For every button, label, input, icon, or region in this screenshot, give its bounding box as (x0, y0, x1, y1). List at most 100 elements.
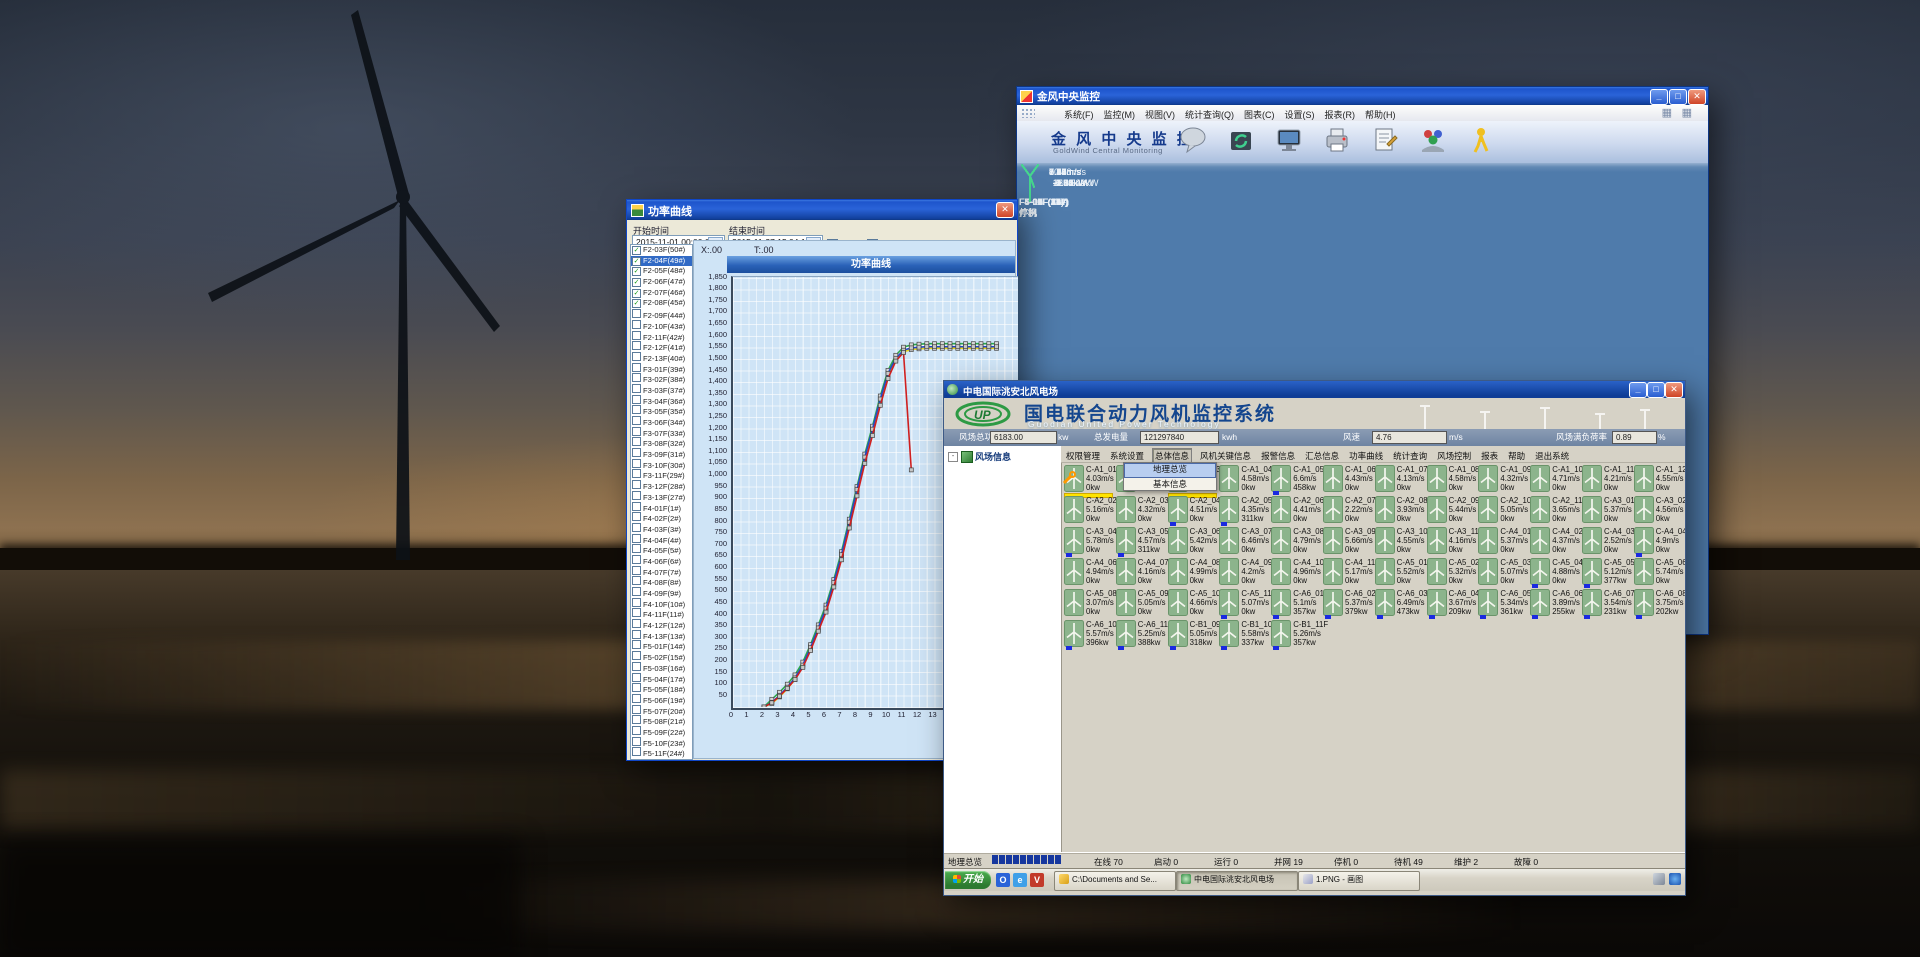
turbine-cell[interactable]: C-A6_06F3.89m/s255kw (1530, 588, 1580, 617)
outlook-icon[interactable]: O (996, 873, 1010, 887)
list-item[interactable]: F4-13F(13#) (631, 630, 692, 641)
list-item[interactable]: F3-05F(35#) (631, 405, 692, 416)
checkbox-icon[interactable] (632, 747, 641, 756)
list-item[interactable]: F5-05F(18#) (631, 683, 692, 694)
list-item[interactable]: F5-03F(16#) (631, 662, 692, 673)
list-item[interactable]: F2-12F(41#) (631, 341, 692, 352)
refresh-icon[interactable] (1225, 124, 1259, 156)
task-button[interactable]: C:\Documents and Se... (1054, 871, 1176, 891)
list-item[interactable]: F5-08F(21#) (631, 715, 692, 726)
turbine-cell[interactable]: C-A6_03F6.49m/s473kw (1375, 588, 1425, 617)
turbine-cell[interactable]: C-A6_01F5.1m/s357kw (1271, 588, 1321, 617)
list-item[interactable]: F5-07F(20#) (631, 705, 692, 716)
turbine-cell[interactable]: C-A5_02F5.32m/s0kw (1427, 557, 1477, 586)
turbine-cell[interactable]: C-A1_04F4.58m/s0kw (1219, 464, 1269, 493)
minimize-button[interactable]: _ (1629, 382, 1647, 398)
checkbox-icon[interactable]: ✓ (632, 267, 641, 276)
checkbox-icon[interactable]: ✓ (632, 278, 641, 287)
turbine-cell[interactable]: C-A6_05F5.34m/s361kw (1478, 588, 1528, 617)
checkbox-icon[interactable] (632, 331, 641, 340)
report-icon[interactable] (1369, 124, 1403, 156)
turbine-cell[interactable]: C-A5_05F5.12m/s377kw (1582, 557, 1632, 586)
list-item[interactable]: ✓F2-07F(46#) (631, 288, 692, 299)
checkbox-icon[interactable] (632, 598, 641, 607)
list-item[interactable]: F4-07F(7#) (631, 566, 692, 577)
checkbox-icon[interactable] (632, 512, 641, 521)
turbine-cell[interactable]: C-A1_12F4.55m/s0kw (1634, 464, 1684, 493)
list-item[interactable]: F4-04F(4#) (631, 534, 692, 545)
checkbox-icon[interactable] (632, 480, 641, 489)
ie-icon[interactable]: e (1013, 873, 1027, 887)
list-item[interactable]: F4-05F(5#) (631, 544, 692, 555)
list-item[interactable]: ✓F2-03F(50#) (631, 245, 692, 256)
turbine-cell[interactable]: C-A5_10F4.66m/s0kw (1168, 588, 1218, 617)
turbine-checkbox-list[interactable]: ✓F2-03F(50#)✓F2-04F(49#)✓F2-05F(48#)✓F2-… (630, 244, 693, 760)
turbine-cell[interactable]: C-A4_04F4.9m/s0kw (1634, 526, 1684, 555)
list-item[interactable]: ✓F2-05F(48#) (631, 266, 692, 277)
turbine-cell[interactable]: C-A4_09F4.2m/s0kw (1219, 557, 1269, 586)
list-item[interactable]: F4-09F(9#) (631, 587, 692, 598)
turbine-cell[interactable]: C-A4_02F4.37m/s0kw (1530, 526, 1580, 555)
turbine-cell[interactable]: C-A5_09F5.05m/s0kw (1116, 588, 1166, 617)
turbine-cell[interactable]: C-A3_06F5.42m/s0kw (1168, 526, 1218, 555)
checkbox-icon[interactable] (632, 352, 641, 361)
turbine-cell[interactable]: C-A6_02F5.37m/s379kw (1323, 588, 1373, 617)
turbine-cell[interactable]: C-A3_05F4.57m/s311kw (1116, 526, 1166, 555)
turbine-cell[interactable]: C-A2_08F3.93m/s0kw (1375, 495, 1425, 524)
turbine-cell[interactable]: C-A3_07F6.46m/s0kw (1219, 526, 1269, 555)
checkbox-icon[interactable] (632, 427, 641, 436)
list-item[interactable]: F4-10F(10#) (631, 598, 692, 609)
list-item[interactable]: F3-08F(32#) (631, 437, 692, 448)
checkbox-icon[interactable] (632, 341, 641, 350)
list-item[interactable]: F4-12F(12#) (631, 619, 692, 630)
list-item[interactable]: F4-08F(8#) (631, 576, 692, 587)
list-item[interactable]: F5-09F(22#) (631, 726, 692, 737)
checkbox-icon[interactable] (632, 555, 641, 564)
checkbox-icon[interactable] (632, 673, 641, 682)
list-item[interactable]: F3-03F(37#) (631, 384, 692, 395)
printer-icon[interactable] (1321, 124, 1355, 156)
turbine-cell[interactable]: C-A6_07F3.54m/s231kw (1582, 588, 1632, 617)
menu-item-地理总览[interactable]: 地理总览 (1124, 463, 1216, 478)
tree-root-label[interactable]: 风场信息 (975, 450, 1011, 463)
turbine-cell[interactable]: C-A5_03F5.07m/s0kw (1478, 557, 1528, 586)
list-item[interactable]: F5-01F(14#) (631, 640, 692, 651)
guodian-titlebar[interactable]: 中电国际洮安北风电场 _ □ ✕ (944, 381, 1685, 398)
turbine-cell[interactable]: C-A1_05F6.6m/s458kw (1271, 464, 1321, 493)
list-item[interactable]: ✓F2-06F(47#) (631, 277, 692, 288)
turbine-cell[interactable]: C-A1_08F4.58m/s0kw (1427, 464, 1477, 493)
menu-item-基本信息[interactable]: 基本信息 (1124, 478, 1216, 491)
checkbox-icon[interactable] (632, 491, 641, 500)
list-item[interactable]: F2-10F(43#) (631, 320, 692, 331)
turbine-cell[interactable]: C-A5_06F5.74m/s0kw (1634, 557, 1684, 586)
turbine-cell[interactable]: C-A3_02F4.56m/s0kw (1634, 495, 1684, 524)
checkbox-icon[interactable]: ✓ (632, 299, 641, 308)
turbine-cell[interactable]: C-A4_01F5.37m/s0kw (1478, 526, 1528, 555)
turbine-cell[interactable]: C-A4_07F4.16m/s0kw (1116, 557, 1166, 586)
list-item[interactable]: F3-02F(38#) (631, 373, 692, 384)
turbine-cell[interactable]: C-A6_08F3.75m/s202kw (1634, 588, 1684, 617)
close-button[interactable]: ✕ (996, 202, 1014, 218)
list-item[interactable]: F4-11F(11#) (631, 608, 692, 619)
turbine-cell[interactable]: C-A2_03F4.32m/s0kw (1116, 495, 1166, 524)
turbine-cell[interactable]: C-A4_06F4.94m/s0kw (1064, 557, 1114, 586)
maximize-button[interactable]: □ (1647, 382, 1665, 398)
turbine-cell[interactable]: C-A3_09F5.66m/s0kw (1323, 526, 1373, 555)
turbine-cell[interactable]: C-A2_10F5.05m/s0kw (1478, 495, 1528, 524)
checkbox-icon[interactable] (632, 437, 641, 446)
turbine-cell[interactable]: C-A5_08F3.07m/s0kw (1064, 588, 1114, 617)
checkbox-icon[interactable] (632, 608, 641, 617)
list-item[interactable]: F4-02F(2#) (631, 512, 692, 523)
turbine-cell[interactable]: C-A5_04F4.88m/s0kw (1530, 557, 1580, 586)
goldwind-turbine-cell[interactable]: 6.38m/s-1.69kWF4-03F(3#)停机 (1017, 303, 1113, 373)
task-button[interactable]: 中电国际洮安北风电场 (1176, 871, 1298, 891)
help-tray-icon[interactable] (1653, 873, 1665, 885)
turbine-cell[interactable]: C-A5_01F5.52m/s0kw (1375, 557, 1425, 586)
checkbox-icon[interactable] (632, 587, 641, 596)
checkbox-icon[interactable] (632, 416, 641, 425)
maximize-button[interactable]: □ (1669, 89, 1687, 105)
layout-grid-icon[interactable]: ▦ (1662, 106, 1672, 119)
turbine-cell[interactable]: C-A4_08F4.99m/s0kw (1168, 557, 1218, 586)
turbine-cell[interactable]: C-A2_04F4.51m/s0kw (1168, 495, 1218, 524)
checkbox-icon[interactable] (632, 363, 641, 372)
